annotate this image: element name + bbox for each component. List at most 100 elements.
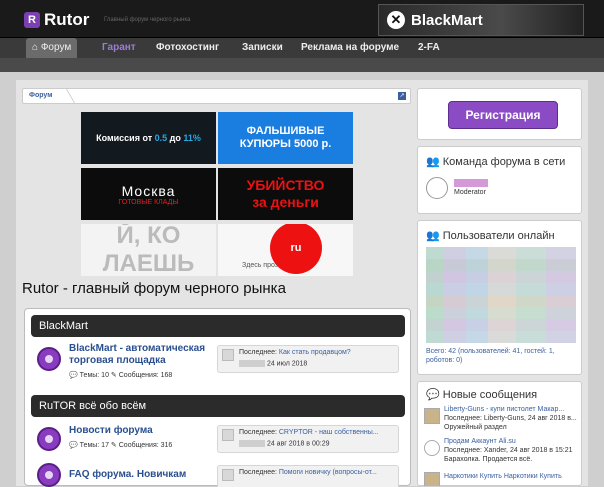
avatar[interactable] (424, 440, 440, 456)
nav-item-photohosting[interactable]: Фотохостинг (150, 38, 225, 58)
last-post-box: Последнее: Как стать продавцом? 24 июл 2… (217, 345, 399, 373)
users-icon: 👥 (426, 230, 440, 242)
ad-subtext: Здесь проз (242, 262, 279, 269)
last-post-box: Последнее: Помоги новичку (вопросы-от... (217, 465, 399, 487)
redacted-username (239, 360, 265, 367)
post-section[interactable]: Оружейный раздел (444, 424, 507, 431)
topics-icon: 💬 (69, 372, 78, 379)
comments-icon: 💬 (426, 389, 440, 401)
avatar[interactable] (222, 349, 234, 361)
main-nav: ⌂ Форум Гарант Фотохостинг Записки Рекла… (0, 38, 604, 58)
online-stats: Всего: 42 (пользователей: 41, гостей: 1,… (426, 348, 555, 364)
home-icon: ⌂ (32, 42, 39, 53)
users-icon: 👥 (426, 156, 440, 168)
ad-text: ФАЛЬШИВЫЕ КУПЮРЫ 5000 р. (239, 125, 332, 150)
avatar[interactable] (424, 408, 440, 424)
category-header-blackmart[interactable]: BlackMart (31, 315, 405, 337)
forum-list: BlackMart BlackMart - автоматическая тор… (24, 308, 411, 487)
logo-icon: R (24, 12, 40, 28)
moderator-avatar[interactable] (426, 177, 448, 199)
avatar[interactable] (222, 429, 234, 441)
forum-row[interactable]: BlackMart - автоматическая торговая площ… (33, 343, 405, 383)
new-post-item[interactable]: Liberty-Guns - купи пистолет Макар... По… (424, 406, 577, 436)
forum-stats: 💬 Темы: 10 ✎ Сообщения: 168 (69, 372, 173, 379)
page-title: Rutor - главный форум черного рынка (22, 280, 286, 297)
ad-banner-counterfeit[interactable]: ФАЛЬШИВЫЕ КУПЮРЫ 5000 р. (218, 112, 353, 164)
team-online-panel: 👥 Команда форума в сети Moderator (417, 146, 582, 214)
redacted-username[interactable] (454, 179, 488, 187)
register-button[interactable]: Регистрация (448, 101, 558, 129)
online-users-panel: 👥 Пользователи онлайн Всего: 42 (пользов… (417, 220, 582, 375)
sub-nav-bar (0, 58, 604, 72)
forum-row[interactable]: Новости форума 💬 Темы: 17 ✎ Сообщения: 3… (33, 423, 405, 459)
post-title[interactable]: Наркотики Купить Наркотики Купить (444, 473, 562, 480)
new-post-item[interactable]: Наркотики Купить Наркотики Купить (424, 470, 576, 486)
panel-title: 👥 Команда форума в сети (426, 156, 566, 168)
nav-item-guarantor[interactable]: Гарант (96, 38, 142, 58)
main-column: Форум ↗ Комиссия от 0.5 до 11% ФАЛЬШИВЫЕ… (22, 88, 411, 487)
last-post-line: Последнее: CRYPTOR - наш собственны... (239, 429, 379, 436)
new-posts-panel: 💬 Новые сообщения Liberty-Guns - купи пи… (417, 381, 582, 486)
forum-icon (37, 427, 61, 451)
messages-icon: ✎ (110, 372, 117, 379)
breadcrumb-separator (56, 89, 76, 103)
ad-subtext: ГОТОВЫЕ КЛАДЫ (118, 198, 179, 206)
forum-title[interactable]: Новости форума (69, 425, 219, 437)
logo-text: Rutor (44, 10, 90, 29)
panel-title: 💬 Новые сообщения (426, 389, 538, 401)
forum-row[interactable]: FAQ форума. Новичкам Последнее: Помоги н… (33, 459, 405, 487)
topics-icon: 💬 (69, 442, 78, 449)
panel-title: 👥 Пользователи онлайн (426, 230, 555, 242)
ad-banner-moscow[interactable]: Москва ГОТОВЫЕ КЛАДЫ (81, 168, 216, 220)
forum-title[interactable]: FAQ форума. Новичкам (69, 469, 219, 481)
site-logo[interactable]: R Rutor (24, 10, 89, 30)
last-post-line: Последнее: Как стать продавцом? (239, 349, 351, 356)
forum-title[interactable]: BlackMart - автоматическая торговая площ… (69, 343, 219, 367)
last-post-link[interactable]: Помоги новичку (вопросы-от... (279, 469, 377, 476)
ad-banner-commission[interactable]: Комиссия от 0.5 до 11% (81, 112, 216, 164)
post-title[interactable]: Liberty-Guns - купи пистолет Макар... (444, 406, 564, 413)
breadcrumb: Форум ↗ (22, 88, 411, 104)
blackmart-logo-icon: ✕ (387, 11, 405, 29)
sidebar: Регистрация 👥 Команда форума в сети Mode… (417, 88, 582, 486)
ad-text: Й, КО ЛАЕШЬ (102, 224, 195, 276)
nav-item-forum[interactable]: ⌂ Форум (26, 38, 78, 58)
new-post-item[interactable]: Продам Аккаунт Ali.su Последнее: Xander,… (424, 438, 576, 468)
last-post-link[interactable]: Как стать продавцом? (279, 349, 351, 356)
blackmart-banner-text: BlackMart (411, 11, 483, 29)
site-tagline: Главный форум черного рынка (104, 17, 191, 23)
ad-banner-murder[interactable]: УБИЙСТВО за деньги (218, 168, 353, 220)
nav-item-advertising[interactable]: Реклама на форуме (295, 38, 405, 58)
register-panel: Регистрация (417, 88, 582, 140)
ad-text: УБИЙСТВО за деньги (246, 177, 325, 210)
avatar[interactable] (222, 469, 234, 481)
forum-stats: 💬 Темы: 17 ✎ Сообщения: 316 (69, 442, 173, 449)
forum-icon (37, 347, 61, 371)
nav-item-notes[interactable]: Записки (236, 38, 289, 58)
blackmart-banner[interactable]: ✕ BlackMart (378, 4, 584, 36)
last-post-meta: 24 авг 2018 в 00:29 (239, 440, 330, 447)
ad-text: Комиссия от 0.5 до 11% (96, 133, 201, 143)
nav-item-label: Форум (40, 42, 72, 53)
redacted-username (239, 440, 265, 447)
post-section[interactable]: Барахолка. Продается всё. (444, 456, 532, 463)
ad-banner-partial[interactable]: Й, КО ЛАЕШЬ (81, 224, 216, 276)
last-post-box: Последнее: CRYPTOR - наш собственны... 2… (217, 425, 399, 453)
post-title[interactable]: Продам Аккаунт Ali.su (444, 438, 516, 445)
breadcrumb-forum-link[interactable]: Форум (29, 92, 52, 99)
post-meta: Последнее: Liberty-Guns, 24 авг 2018 в..… (444, 415, 577, 422)
forum-icon (37, 463, 61, 487)
last-post-link[interactable]: CRYPTOR - наш собственны... (279, 429, 379, 436)
external-link-icon[interactable]: ↗ (398, 92, 406, 100)
nav-item-2fa[interactable]: 2-FA (412, 38, 446, 58)
moderator-role: Moderator (454, 189, 486, 196)
last-post-meta: 24 июл 2018 (239, 360, 307, 367)
messages-icon: ✎ (110, 442, 117, 449)
site-header: R Rutor Главный форум черного рынка ✕ Bl… (0, 0, 604, 38)
ad-text: Москва (121, 182, 176, 199)
avatar[interactable] (424, 472, 440, 486)
last-post-line: Последнее: Помоги новичку (вопросы-от... (239, 469, 377, 476)
ad-banner-ru[interactable]: ru Здесь проз (218, 224, 353, 276)
post-meta: Последнее: Xander, 24 авг 2018 в 15:21 (444, 447, 573, 454)
category-header-rutor[interactable]: RuTOR всё обо всём (31, 395, 405, 417)
